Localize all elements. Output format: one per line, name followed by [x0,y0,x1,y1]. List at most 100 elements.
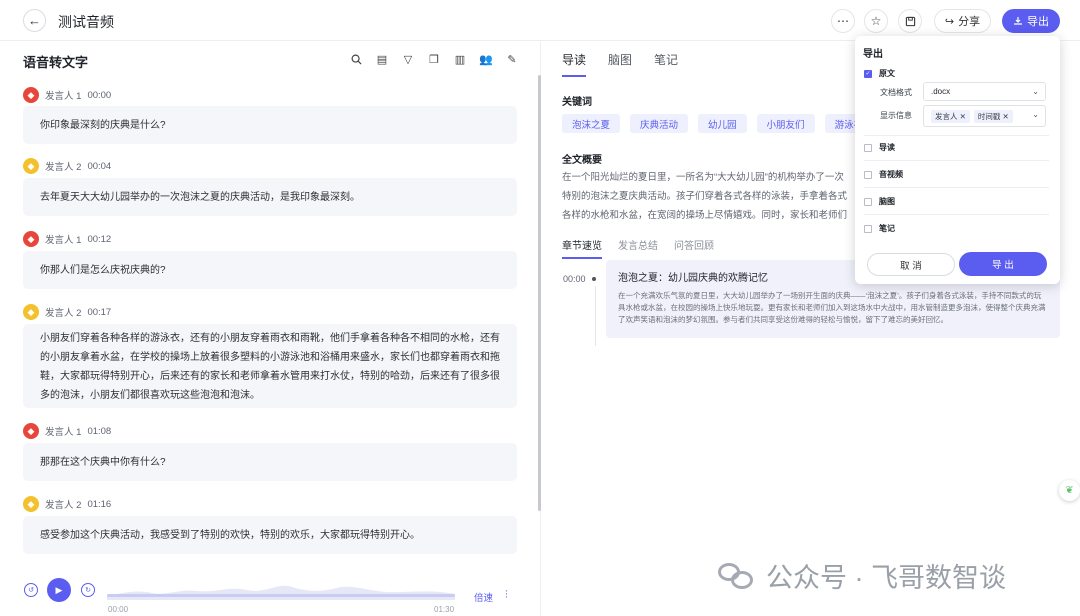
watermark: 公众号 · 飞哥数智谈 [718,556,1006,595]
chick-avatar-icon: ◆ [23,158,39,174]
confirm-export-button[interactable]: 导 出 [959,252,1047,276]
speaker-name: 发言人 1 [45,235,82,246]
checkbox-checked-icon[interactable]: ✓ [864,69,872,78]
speaker-line: ◆ 发言人 2 00:17 [23,304,111,320]
tab-guide[interactable]: 导读 [562,51,587,77]
chick-avatar-icon: ◆ [23,304,39,320]
speaker-time[interactable]: 00:00 [87,90,111,101]
speaker-time[interactable]: 00:17 [87,307,111,318]
transcript-bubble[interactable]: 去年夏天大大幼儿园举办的一次泡沫之夏的庆典活动，是我印象最深刻。 [23,178,517,216]
export-label: 导出 [1027,16,1049,28]
option-notes-label: 笔记 [879,224,895,233]
chip-timestamp-label: 时间戳 [977,111,1001,121]
document-icon[interactable]: ▤ [375,52,389,66]
option-guide[interactable]: 导读 [864,142,895,153]
summary-title: 全文概要 [562,155,602,166]
search-icon[interactable] [349,52,363,66]
chapter-time-label: 00:00 [563,274,586,284]
subtab-chapters[interactable]: 章节速览 [562,237,602,259]
copy-icon[interactable]: ❐ [427,52,441,66]
save-button[interactable] [898,9,922,33]
subtab-speaker-summary[interactable]: 发言总结 [618,237,658,259]
equalizer-icon[interactable]: ⫶ [505,589,508,602]
divider [864,135,1049,136]
forward-icon[interactable]: ↻ [81,583,95,597]
option-audio-label: 音视频 [879,170,903,179]
transcript-bubble[interactable]: 小朋友们穿着各种各样的游泳衣，还有的小朋友穿着雨衣和雨靴，他们手拿着各种各不相同… [23,324,517,408]
transcript-bubble[interactable]: 感受参加这个庆典活动，我感受到了特别的欢快，特别的欢乐，大家都玩得特别开心。 [23,516,517,554]
more-button[interactable]: ⋯ [831,9,855,33]
wechat-logo-icon [718,561,756,591]
speaker-time[interactable]: 01:16 [87,499,111,510]
keyword-chip[interactable]: 庆典活动 [630,114,689,133]
keyword-chip[interactable]: 幼儿园 [698,114,747,133]
share-button[interactable]: ↪ 分享 [934,9,991,33]
tab-mindmap[interactable]: 脑图 [608,51,632,77]
keyword-chip[interactable]: 泡沫之夏 [562,114,621,133]
waveform-slider[interactable] [107,572,455,600]
transcript-bubble[interactable]: 你那人们是怎么庆祝庆典的? [23,251,517,289]
timeline-line [595,286,596,346]
option-notes[interactable]: 笔记 [864,223,895,234]
back-button[interactable]: ← [23,9,46,32]
export-button[interactable]: 导出 [1002,9,1060,33]
speaker-name: 发言人 1 [45,427,82,438]
speaker-name: 发言人 2 [45,162,82,173]
option-mindmap[interactable]: 脑图 [864,196,895,207]
chapter-time[interactable]: 00:00 [563,274,596,284]
option-audio[interactable]: 音视频 [864,169,903,180]
transcript-bubble[interactable]: 你印象最深刻的庆典是什么? [23,106,517,144]
format-select[interactable]: .docx ⌄ [923,82,1046,101]
chapter-tabs: 章节速览 发言总结 问答回顾 [562,237,714,259]
speaker-time[interactable]: 00:04 [87,161,111,172]
format-label: 文档格式 [880,88,912,97]
export-popup-title: 导出 [863,49,883,60]
star-icon: ☆ [870,14,882,28]
speaker-line: ◆ 发言人 1 01:08 [23,423,111,439]
checkbox-icon[interactable] [864,197,872,206]
audio-player: ↺ ▶ ↻ 00:00 01:30 倍速 ⫶ [0,570,541,616]
speaker-time[interactable]: 01:08 [87,426,111,437]
speakers-icon[interactable]: 👥 [479,52,493,66]
watermark-text: 公众号 · 飞哥数智谈 [766,563,1006,593]
subtab-qa-review[interactable]: 问答回顾 [674,237,714,259]
display-info-select[interactable]: 发言人 ✕ 时间戳 ✕ ⌄ [923,105,1046,127]
tab-notes[interactable]: 笔记 [654,51,678,77]
transcript-bubble[interactable]: 那那在这个庆典中你有什么? [23,443,517,481]
page-title: 测试音频 [58,14,114,30]
app-header: ← 测试音频 ⋯ ☆ ↪ 分享 导出 [0,0,1080,41]
divider [864,160,1049,161]
arrow-left-icon: ← [28,13,41,28]
edit-icon[interactable]: ✎ [505,52,519,66]
speed-button[interactable]: 倍速 [474,590,493,604]
share-icon: ↪ [944,15,955,28]
chip-timestamp[interactable]: 时间戳 ✕ [973,109,1013,123]
option-original-label: 原文 [879,69,895,78]
time-start: 00:00 [108,605,129,614]
checkbox-icon[interactable] [864,143,872,152]
speaker-name: 发言人 2 [45,500,82,511]
keywords-title: 关键词 [562,97,592,108]
cancel-button[interactable]: 取 消 [867,253,955,276]
option-original[interactable]: ✓ 原文 [864,68,895,79]
notes-icon[interactable]: ▥ [453,52,467,66]
format-value: .docx [931,87,951,96]
share-label: 分享 [958,16,981,28]
checkbox-icon[interactable] [864,170,872,179]
parrot-avatar-icon: ◆ [23,423,39,439]
filter-icon[interactable]: ▽ [401,52,415,66]
transcript-scrollbar[interactable] [538,75,541,511]
rewind-icon[interactable]: ↺ [24,583,38,597]
chip-speaker[interactable]: 发言人 ✕ [931,109,970,123]
checkbox-icon[interactable] [864,224,872,233]
favorite-button[interactable]: ☆ [864,9,888,33]
save-icon [905,16,915,26]
keywords-list: 泡沫之夏 庆典活动 幼儿园 小朋友们 游泳衣 [562,114,874,133]
speaker-time[interactable]: 00:12 [87,234,111,245]
speaker-line: ◆ 发言人 1 00:00 [23,87,111,103]
leaf-icon[interactable]: ❦ [1059,480,1080,501]
display-info-label: 显示信息 [880,111,912,120]
keyword-chip[interactable]: 小朋友们 [756,114,815,133]
play-button[interactable]: ▶ [47,578,71,602]
download-icon [1014,17,1022,25]
